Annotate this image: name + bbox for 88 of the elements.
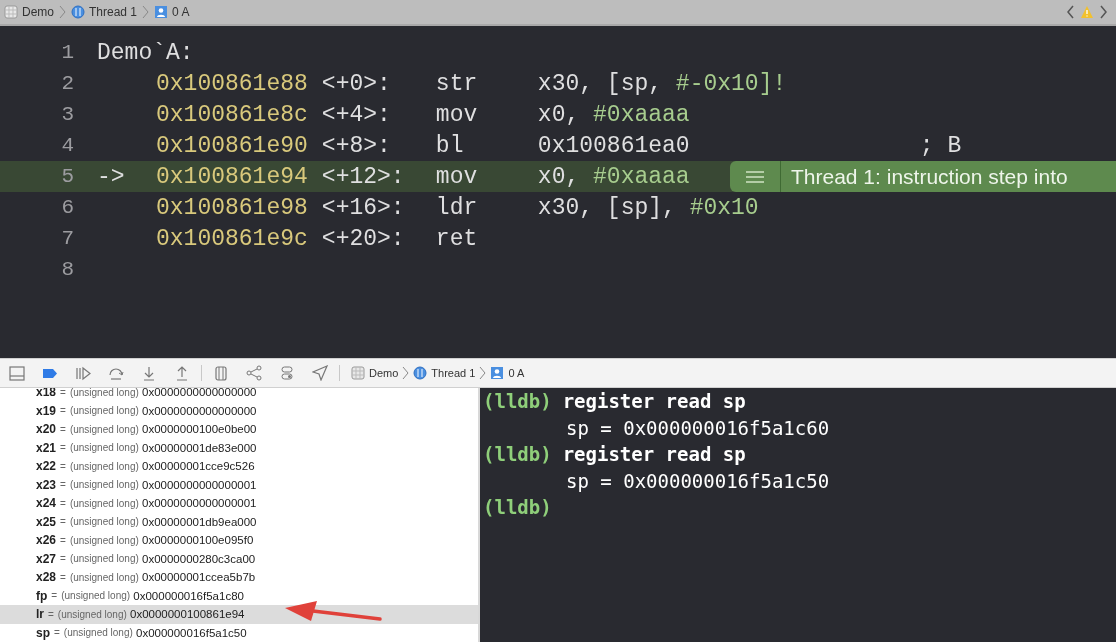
console-prompt: (lldb)	[483, 443, 552, 466]
immediate-value: #0x10	[689, 194, 759, 221]
step-over-icon[interactable]	[108, 365, 124, 381]
line-number: 8	[60, 258, 74, 281]
line-number: 7	[60, 227, 74, 250]
console-prompt: (lldb)	[483, 390, 552, 413]
line-number: 6	[60, 196, 74, 219]
variable-row[interactable]: x18 = (unsigned long) 0x0000000000000000	[0, 388, 478, 402]
branch-target: 0x100861ea0	[537, 132, 691, 159]
hide-panel-icon[interactable]	[9, 365, 25, 381]
variable-row[interactable]: x23 = (unsigned long) 0x0000000000000001	[0, 475, 478, 494]
variable-row[interactable]: x24 = (unsigned long) 0x0000000000000001	[0, 494, 478, 513]
console-prompt: (lldb)	[483, 496, 552, 519]
variable-row[interactable]: sp = (unsigned long) 0x000000016f5a1c50	[0, 623, 478, 642]
instruction-mnemonic: mov	[435, 163, 479, 190]
chevron-icon[interactable]	[142, 5, 150, 19]
step-out-icon[interactable]	[174, 365, 190, 381]
instruction-offset: <+20>:	[321, 225, 406, 252]
forward-icon[interactable]	[1099, 5, 1108, 19]
variable-row[interactable]: lr = (unsigned long) 0x0000000100861e94	[0, 605, 478, 624]
immediate-value: #0xaaaa	[593, 163, 690, 190]
variable-row[interactable]: x28 = (unsigned long) 0x00000001ccea5b7b	[0, 568, 478, 587]
person-icon	[154, 5, 169, 19]
immediate-value: #0xaaaa	[593, 101, 690, 128]
variable-row[interactable]: x21 = (unsigned long) 0x00000001de83e000	[0, 438, 478, 457]
breadcrumb-item[interactable]: Thread 1	[413, 366, 476, 380]
instruction-operand: x30, [sp,	[537, 70, 664, 97]
variable-row[interactable]: x22 = (unsigned long) 0x00000001cce9c526	[0, 457, 478, 476]
chevron-icon[interactable]	[479, 366, 487, 380]
thread-icon	[71, 5, 85, 19]
person-icon	[490, 366, 505, 380]
variable-row[interactable]: x26 = (unsigned long) 0x0000000100e095f0	[0, 531, 478, 550]
instruction-mnemonic: bl	[435, 132, 465, 159]
immediate-value: #-0x10]!	[675, 70, 787, 97]
back-icon[interactable]	[1066, 5, 1075, 19]
code-comment: ; B	[919, 132, 962, 159]
breadcrumb-item[interactable]: Thread 1	[71, 5, 138, 19]
console-command: register read sp	[562, 443, 746, 466]
current-line-arrow: ->	[97, 163, 126, 190]
instruction-operand: x0,	[537, 163, 581, 190]
instruction-operand: x30, [sp],	[537, 194, 677, 221]
location-icon[interactable]	[312, 365, 328, 381]
console-output: sp = 0x000000016f5a1c50	[566, 469, 830, 492]
variable-row[interactable]: x27 = (unsigned long) 0x0000000280c3ca00	[0, 549, 478, 568]
instruction-offset: <+12>:	[321, 163, 406, 190]
instruction-operand: x0,	[537, 101, 581, 128]
instruction-mnemonic: ldr	[435, 194, 479, 221]
instruction-mnemonic: str	[435, 70, 479, 97]
instruction-address: 0x100861e98	[156, 194, 308, 221]
instruction-address: 0x100861e8c	[156, 101, 308, 128]
annotation-text: Thread 1: instruction step into	[780, 161, 1068, 192]
chevron-icon[interactable]	[59, 5, 66, 19]
toggle-icon[interactable]	[279, 365, 295, 381]
breadcrumb-item[interactable]: Demo	[4, 5, 54, 19]
line-number: 5	[60, 165, 74, 188]
view-hierarchy-icon[interactable]	[213, 365, 229, 381]
instruction-mnemonic: mov	[435, 101, 479, 128]
breadcrumb-item[interactable]: 0 A	[490, 366, 525, 380]
variable-row[interactable]: x19 = (unsigned long) 0x0000000000000000	[0, 401, 478, 420]
thread-icon	[413, 366, 428, 380]
instruction-offset: <+4>:	[321, 101, 392, 128]
instruction-address: 0x100861e9c	[156, 225, 308, 252]
console-command: register read sp	[562, 390, 746, 413]
breadcrumb-item[interactable]: 0 A	[154, 5, 190, 19]
function-label: Demo`A:	[97, 39, 194, 66]
instruction-offset: <+8>:	[321, 132, 392, 159]
menu-icon[interactable]	[746, 170, 764, 183]
step-into-icon[interactable]	[141, 365, 157, 381]
line-number: 2	[60, 72, 74, 95]
line-number: 3	[60, 103, 74, 126]
continue-icon[interactable]	[75, 365, 91, 381]
instruction-address: 0x100861e90	[156, 132, 308, 159]
variable-row[interactable]: x25 = (unsigned long) 0x00000001db9ea000	[0, 512, 478, 531]
grid-icon	[4, 5, 18, 19]
line-number: 1	[60, 41, 74, 64]
console-output: sp = 0x000000016f5a1c60	[566, 416, 830, 439]
instruction-mnemonic: ret	[435, 225, 479, 252]
graph-icon[interactable]	[246, 365, 262, 381]
variable-row[interactable]: x20 = (unsigned long) 0x0000000100e0be00	[0, 420, 478, 439]
variable-row[interactable]: fp = (unsigned long) 0x000000016f5a1c80	[0, 586, 478, 605]
instruction-address: 0x100861e88	[156, 70, 308, 97]
instruction-offset: <+0>:	[321, 70, 392, 97]
chevron-icon[interactable]	[402, 366, 410, 380]
breadcrumb-item[interactable]: Demo	[351, 366, 399, 380]
instruction-address: 0x100861e94	[156, 163, 308, 190]
grid-icon	[351, 366, 365, 380]
instruction-offset: <+16>:	[321, 194, 406, 221]
line-number: 4	[60, 134, 74, 157]
